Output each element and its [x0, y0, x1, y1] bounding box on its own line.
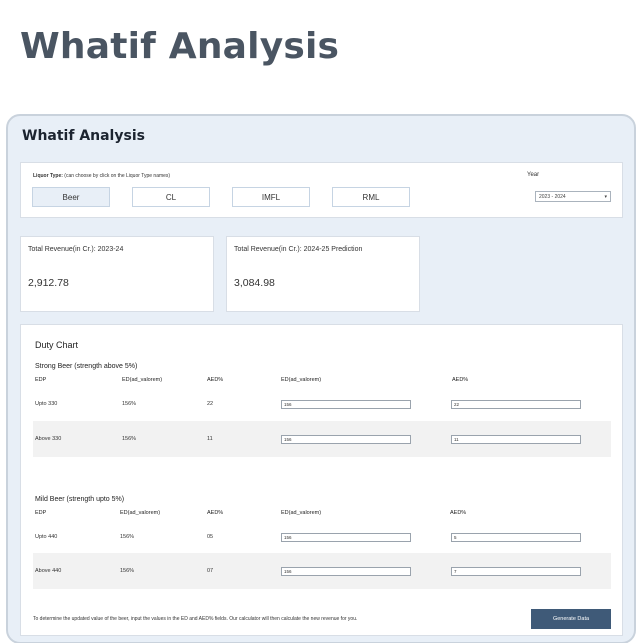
aed-cell: 22: [207, 401, 214, 407]
edp-cell: Upto 440: [35, 534, 58, 540]
duty-chart-title: Duty Chart: [35, 340, 79, 350]
strong-header-edp: EDP: [35, 377, 47, 383]
ed-input[interactable]: 156: [281, 400, 411, 409]
revenue-card-prediction: Total Revenue(in Cr.): 2024-25 Predictio…: [226, 236, 420, 312]
aed-cell: 07: [207, 568, 214, 574]
ed-input[interactable]: 156: [281, 567, 411, 576]
footer-note: To determine the updated value of the be…: [33, 616, 358, 622]
aed-input[interactable]: 11: [451, 435, 581, 444]
ed-input[interactable]: 156: [281, 435, 411, 444]
revenue-current-label: Total Revenue(in Cr.): 2023-24: [28, 246, 124, 253]
liquor-type-imfl-button[interactable]: IMFL: [232, 187, 310, 207]
strong-header-aed-input: AED%: [452, 377, 469, 383]
mild-header-edp: EDP: [35, 510, 47, 516]
strong-beer-title: Strong Beer (strength above 5%): [35, 363, 138, 370]
table-row: Upto 440 156% 05 156 5: [33, 517, 611, 553]
liquor-type-beer-button[interactable]: Beer: [32, 187, 110, 207]
app-window: Whatif Analysis Liquor Type: (can choose…: [6, 114, 636, 643]
edp-cell: Upto 330: [35, 401, 58, 407]
edp-cell: Above 330: [35, 436, 62, 442]
aed-input[interactable]: 7: [451, 567, 581, 576]
strong-header-ed: ED(ad_valorem): [122, 377, 163, 383]
revenue-prediction-label: Total Revenue(in Cr.): 2024-25 Predictio…: [234, 246, 363, 253]
strong-header-ed-input: ED(ad_valorem): [281, 377, 322, 383]
year-select[interactable]: 2023 - 2024 ▾: [535, 191, 611, 202]
app-title: Whatif Analysis: [22, 128, 145, 144]
revenue-prediction-value: 3,084.98: [234, 277, 275, 289]
ed-cell: 156%: [120, 568, 135, 574]
revenue-current-value: 2,912.78: [28, 277, 69, 289]
liquor-type-label: Liquor Type: (can choose by click on the…: [33, 173, 170, 179]
aed-cell: 11: [207, 436, 213, 442]
aed-input[interactable]: 22: [451, 400, 581, 409]
liquor-type-label-bold: Liquor Type:: [33, 173, 63, 179]
chevron-down-icon: ▾: [604, 193, 607, 200]
mild-header-ed: ED(ad_valorem): [120, 510, 161, 516]
page-heading: Whatif Analysis: [20, 26, 340, 67]
year-select-value: 2023 - 2024: [539, 193, 566, 200]
filter-panel: Liquor Type: (can choose by click on the…: [20, 162, 623, 218]
duty-chart-panel: Duty Chart Strong Beer (strength above 5…: [20, 324, 623, 636]
table-row: Above 440 156% 07 156 7: [33, 553, 611, 589]
liquor-type-rml-button[interactable]: RML: [332, 187, 410, 207]
ed-input[interactable]: 156: [281, 533, 411, 542]
mild-header-ed-input: ED(ad_valorem): [281, 510, 322, 516]
revenue-card-current: Total Revenue(in Cr.): 2023-24 2,912.78: [20, 236, 214, 312]
liquor-type-hint: (can choose by click on the Liquor Type …: [64, 173, 171, 179]
table-row: Above 330 156% 11 156 11: [33, 421, 611, 457]
edp-cell: Above 440: [35, 568, 62, 574]
mild-header-aed-input: AED%: [450, 510, 467, 516]
year-label: Year: [527, 172, 540, 178]
mild-header-aed: AED%: [207, 510, 224, 516]
ed-cell: 156%: [122, 436, 137, 442]
table-row: Upto 330 156% 22 156 22: [33, 385, 611, 421]
aed-input[interactable]: 5: [451, 533, 581, 542]
generate-data-button[interactable]: Generate Data: [531, 609, 611, 629]
strong-header-aed: AED%: [207, 377, 224, 383]
liquor-type-cl-button[interactable]: CL: [132, 187, 210, 207]
ed-cell: 156%: [122, 401, 137, 407]
aed-cell: 05: [207, 534, 214, 540]
ed-cell: 156%: [120, 534, 135, 540]
mild-beer-title: Mild Beer (strength upto 5%): [35, 496, 125, 503]
